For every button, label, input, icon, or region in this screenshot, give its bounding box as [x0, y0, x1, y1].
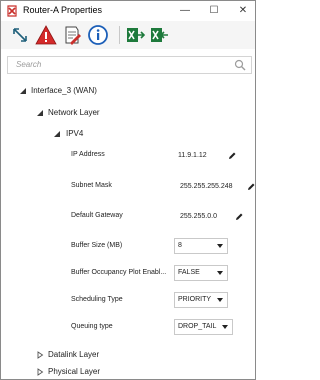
edit-pencil-icon[interactable]: [235, 213, 243, 221]
info-icon: [88, 25, 108, 45]
tree-node-label: Network Layer: [48, 108, 100, 117]
property-row-buffer-occupancy: Buffer Occupancy Plot Enabl... FALSE: [1, 265, 255, 281]
property-label: Scheduling Type: [71, 296, 123, 303]
property-label: Buffer Size (MB): [71, 242, 123, 249]
chevron-down-icon: [222, 325, 228, 329]
title-bar[interactable]: Router-A Properties — ☐ ✕: [1, 1, 255, 21]
expand-arrows-icon: [13, 28, 27, 42]
properties-window: Router-A Properties — ☐ ✕ Search Interfa…: [0, 0, 256, 380]
export-excel-button[interactable]: [124, 24, 146, 46]
dropdown-value: 8: [178, 242, 182, 249]
property-row-queuing-type: Queuing type DROP_TAIL: [1, 319, 255, 335]
expanded-triangle-icon: [54, 131, 60, 137]
property-value[interactable]: 255.255.255.248: [180, 183, 233, 190]
property-row-subnet-mask: Subnet Mask 255.255.255.248: [1, 180, 255, 194]
export-excel-icon: [127, 28, 146, 42]
expanded-triangle-icon: [20, 88, 26, 94]
notes-button[interactable]: [61, 24, 83, 46]
property-row-scheduling-type: Scheduling Type PRIORITY: [1, 292, 255, 308]
edit-pencil-icon[interactable]: [228, 152, 236, 160]
property-value[interactable]: 11.9.1.12: [178, 152, 207, 159]
tree-node-label: Physical Layer: [48, 367, 101, 376]
warning-icon: [35, 25, 57, 45]
scheduling-type-dropdown[interactable]: PRIORITY: [174, 292, 228, 308]
property-label: Subnet Mask: [71, 182, 112, 189]
search-box[interactable]: Search: [7, 56, 252, 74]
queuing-type-dropdown[interactable]: DROP_TAIL: [174, 319, 233, 335]
expanded-triangle-icon: [37, 110, 43, 116]
import-excel-icon: [151, 28, 168, 42]
info-button[interactable]: [87, 24, 109, 46]
notes-icon: [65, 26, 81, 45]
property-value[interactable]: 255.255.0.0: [180, 213, 217, 220]
search-input[interactable]: Search: [16, 60, 41, 69]
close-button[interactable]: ✕: [232, 3, 254, 19]
toolbar-separator: [119, 26, 120, 44]
chevron-down-icon: [217, 244, 223, 248]
window-title: Router-A Properties: [23, 5, 103, 15]
search-icon: [234, 59, 246, 71]
property-row-default-gateway: Default Gateway 255.255.0.0: [1, 210, 255, 224]
property-label: IP Address: [71, 151, 105, 158]
tree-node-network-layer[interactable]: Network Layer: [1, 106, 255, 120]
toolbar: [1, 21, 255, 49]
collapsed-triangle-icon: [37, 368, 44, 376]
import-excel-button[interactable]: [148, 24, 170, 46]
edit-pencil-icon[interactable]: [247, 183, 255, 191]
tree-node-datalink-layer[interactable]: Datalink Layer: [1, 348, 255, 362]
property-row-buffer-size: Buffer Size (MB) 8: [1, 238, 255, 254]
property-row-ip-address: IP Address 11.9.1.12: [1, 149, 255, 163]
minimize-button[interactable]: —: [174, 3, 196, 19]
buffer-occupancy-dropdown[interactable]: FALSE: [174, 265, 228, 281]
buffer-size-dropdown[interactable]: 8: [174, 238, 228, 254]
tree-node-label: IPV4: [66, 129, 84, 138]
property-label: Buffer Occupancy Plot Enabl...: [71, 269, 167, 276]
tree-node-ipv4[interactable]: IPV4: [1, 127, 255, 141]
dropdown-value: DROP_TAIL: [178, 323, 217, 330]
app-logo-icon: [6, 5, 18, 17]
tree-node-label: Interface_3 (WAN): [31, 86, 97, 95]
property-label: Queuing type: [71, 323, 113, 330]
collapsed-triangle-icon: [37, 351, 44, 359]
chevron-down-icon: [217, 271, 223, 275]
tree-node-interface[interactable]: Interface_3 (WAN): [1, 84, 255, 98]
property-label: Default Gateway: [71, 212, 123, 219]
warning-button[interactable]: [35, 24, 57, 46]
tree-node-physical-layer[interactable]: Physical Layer: [1, 365, 255, 379]
expand-arrows-button[interactable]: [9, 24, 31, 46]
maximize-button[interactable]: ☐: [203, 3, 225, 19]
dropdown-value: PRIORITY: [178, 296, 212, 303]
dropdown-value: FALSE: [178, 269, 200, 276]
tree-node-label: Datalink Layer: [48, 350, 100, 359]
chevron-down-icon: [217, 298, 223, 302]
